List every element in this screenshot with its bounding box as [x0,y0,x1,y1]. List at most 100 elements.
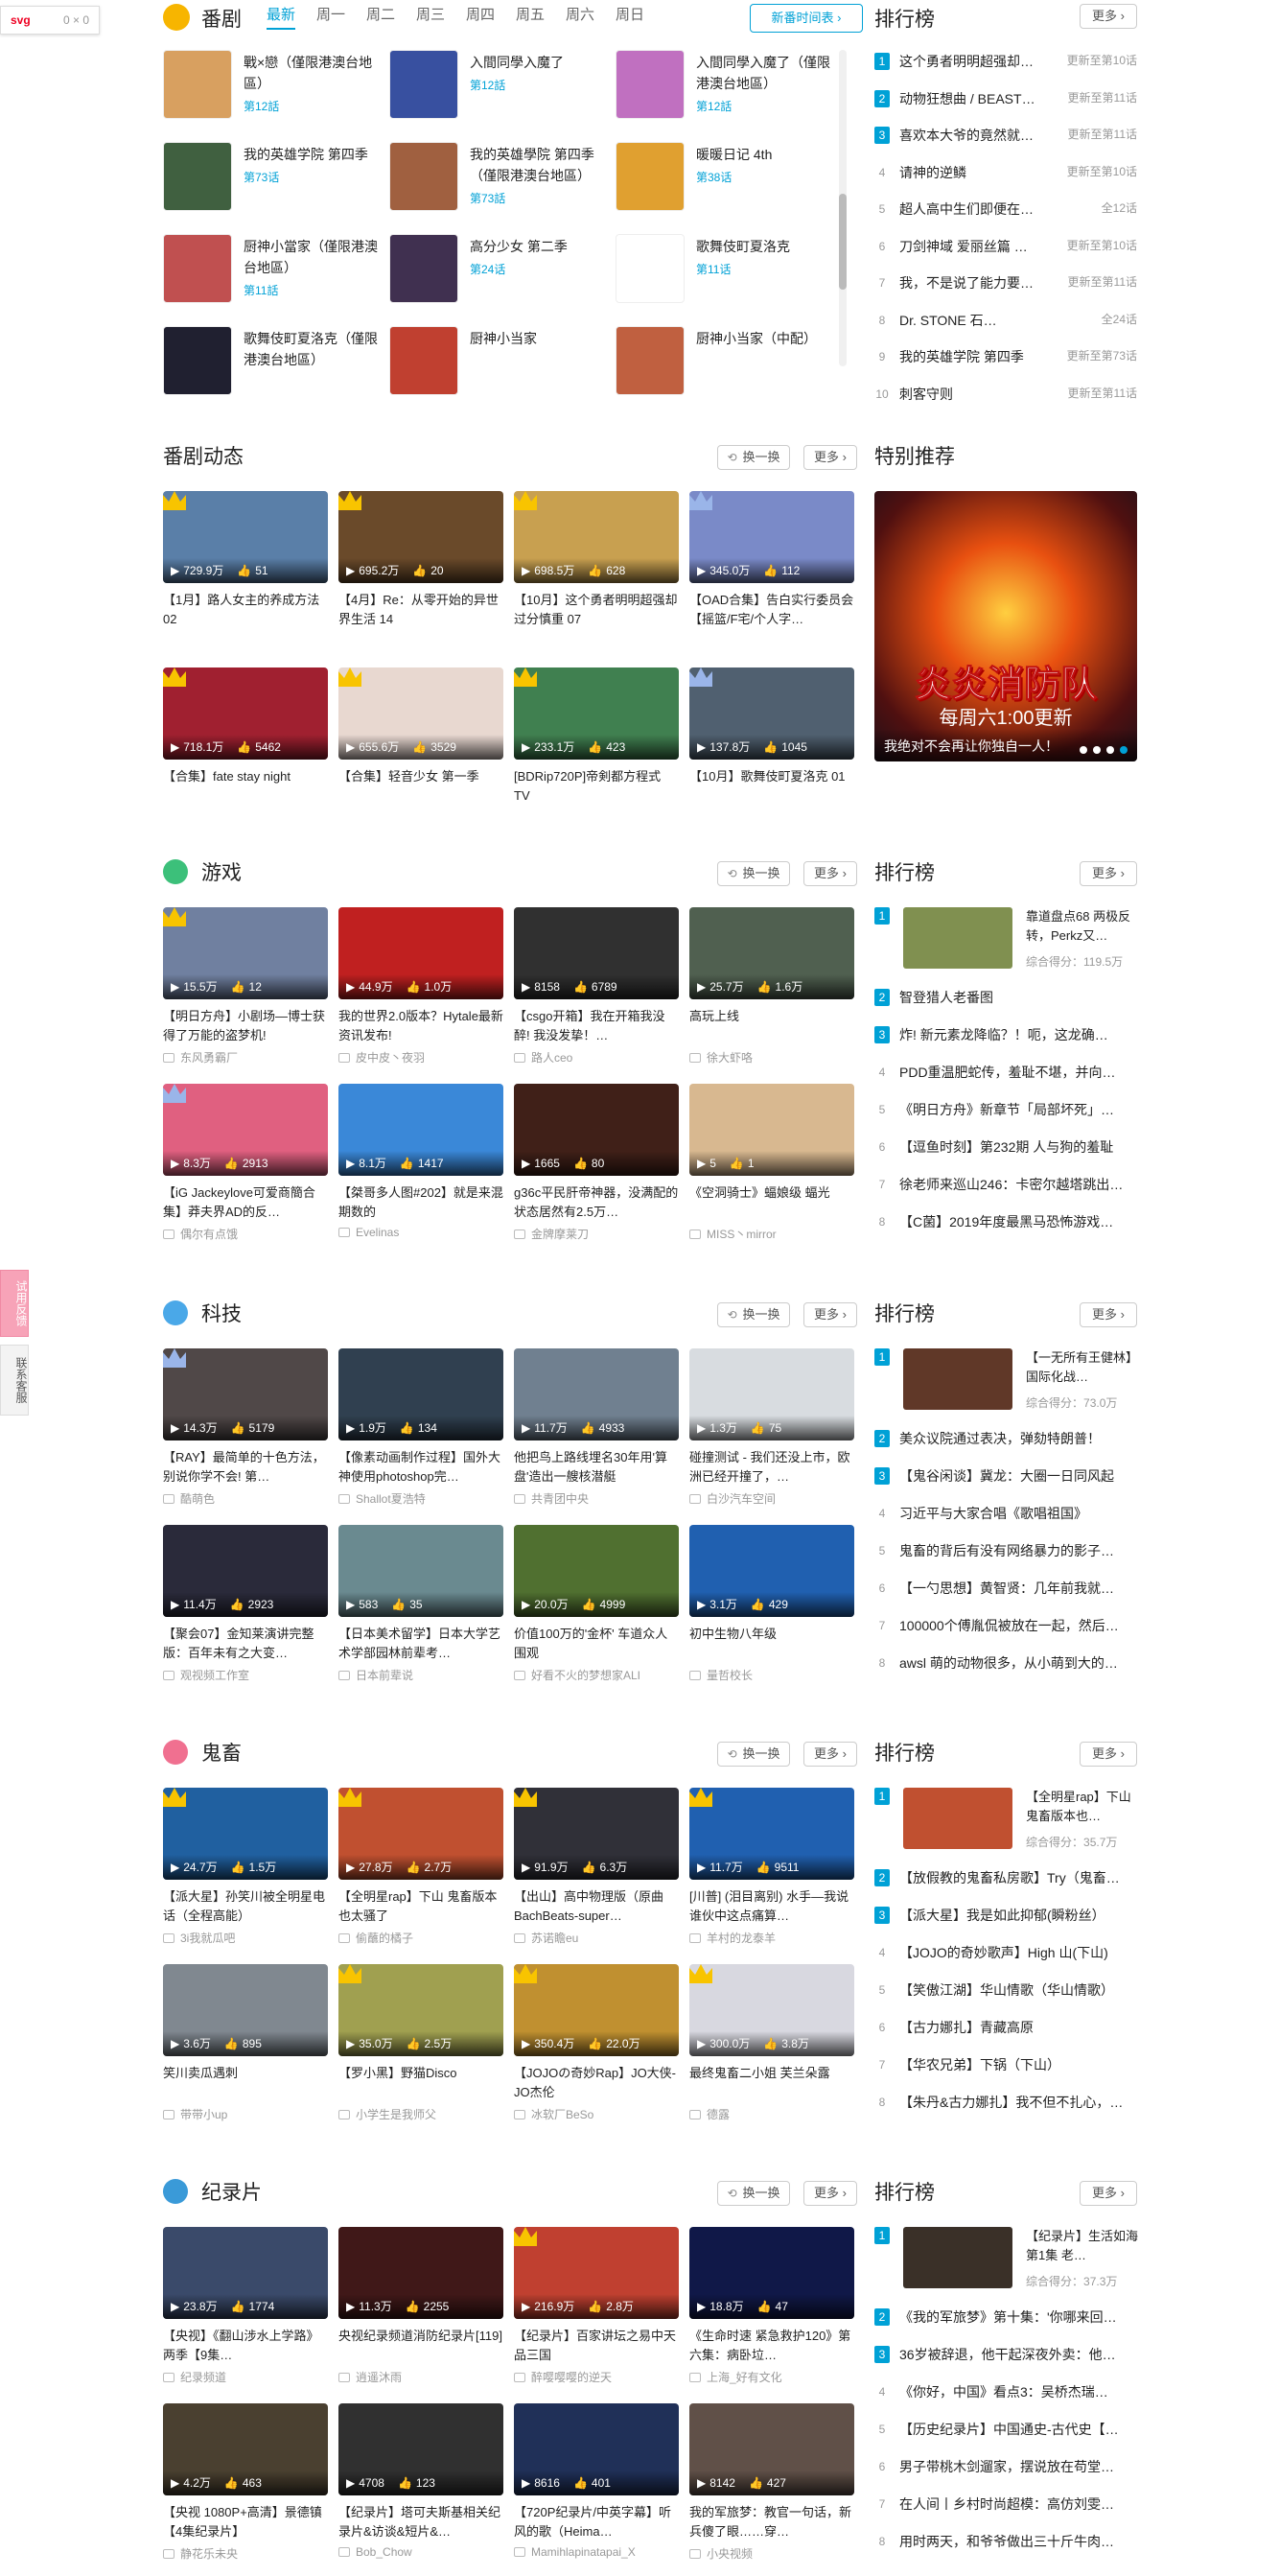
rank-title[interactable]: 【古力娜扎】青藏高原 [899,2009,1129,2045]
rank-title[interactable]: 【鬼谷闲谈】冀龙：大圈一日同风起 [899,1458,1129,1493]
video-card[interactable]: ▶ 24.7万 👍 1.5万 【派大星】孙笑川被全明星电话（全程高能） 3i我就瓜吧 [163,1788,328,1946]
video-thumbnail[interactable]: ▶ 20.0万 👍 4999 [514,1525,679,1617]
video-thumbnail[interactable]: ▶ 15.5万 👍 12 [163,907,328,999]
uploader[interactable]: 偷蘸的橘子 [338,1930,503,1946]
video-title[interactable]: [BDRip720P]帝剣都方程式 TV [514,767,679,806]
more-button[interactable]: 更多 › [803,445,857,470]
rank-item[interactable]: 6 刀剑神域 爱丽丝篇 … 更新至第10话 [874,227,1137,264]
tab-wed[interactable]: 周三 [416,4,445,24]
rank-title[interactable]: 【朱丹&古力娜扎】我不但不扎心，… [899,2084,1129,2119]
uploader[interactable]: Shallot夏浩特 [338,1490,503,1507]
uploader[interactable]: 酷萌色 [163,1490,328,1507]
rank-feature-title[interactable]: 【全明星rap】下山 鬼畜版本也… [1026,1788,1143,1826]
uploader-name[interactable]: 上海_好有文化 [707,2371,782,2384]
more-button[interactable]: 更多 › [803,1302,857,1327]
rank-title[interactable]: 刺客守则 [899,376,1053,411]
refresh-button[interactable]: ⟲ 换一换 [717,861,790,886]
scrollbar[interactable] [839,50,847,366]
rank-item[interactable]: 8 awsl 萌的动物很多，从小萌到大的… [874,1644,1137,1680]
uploader[interactable]: 羊村的龙泰羊 [689,1930,854,1946]
carousel-dot[interactable] [1106,746,1114,754]
bangumi-cover[interactable] [163,50,232,119]
rank-item[interactable]: 5 【笑傲江湖】华山情歌（华山情歌） [874,1971,1137,2007]
video-card[interactable]: ▶ 8.3万 👍 2913 【iG Jackeylove可爱商簡合集】莽夫界AD的反… 偶… [163,1084,328,1242]
video-card[interactable]: ▶ 216.9万 👍 2.8万 【纪录片】百家讲坛之易中天品三国 醉嘤嘤嘤的逆天 [514,2227,679,2385]
rank-title[interactable]: 在人间丨乡村时尚超模：高仿刘雯… [899,2486,1129,2521]
video-card[interactable]: ▶ 1.9万 👍 134 【像素动画制作过程】国外大神使用photoshop完… Shal… [338,1348,503,1507]
video-title[interactable]: 他把鸟上路线埋名30年用'算盘'造出一艘核潜艇 [514,1448,679,1487]
video-title[interactable]: 碰撞测试 - 我们还没上市，欧洲已经开撞了，… [689,1448,854,1487]
video-thumbnail[interactable]: ▶ 718.1万 👍 5462 [163,667,328,760]
rank-title[interactable]: 【历史纪录片】中国通史-古代史【… [899,2411,1129,2447]
uploader-name[interactable]: 路人ceo [531,1051,572,1065]
rank-item[interactable]: 4 请神的逆鳞 更新至第10话 [874,153,1137,190]
video-title[interactable]: 【出山】高中物理版（原曲BachBeats-super… [514,1887,679,1926]
video-card[interactable]: ▶ 233.1万 👍 423 [BDRip720P]帝剣都方程式 TV [514,667,679,806]
feedback-tab[interactable]: 试用反馈 [0,1270,29,1337]
video-card[interactable]: ▶ 4.2万 👍 463 【央视 1080P+高清】景德镇【4集纪录片】 静花乐未央 [163,2403,328,2562]
rank-item[interactable]: 7 【华农兄弟】下锅（下山） [874,2046,1137,2082]
uploader[interactable]: 带带小up [163,2106,328,2122]
uploader[interactable]: MISS丶mirror [689,1226,854,1242]
rank-feature-title[interactable]: 靠道盘点68 两极反转，Perkz又… [1026,907,1143,946]
bangumi-cover[interactable] [163,142,232,211]
rank-title[interactable]: 这个勇者明明超强却… [899,43,1053,79]
uploader[interactable]: 小学生是我师父 [338,2106,503,2122]
bangumi-title[interactable]: 入間同學入魔了 [470,52,610,73]
uploader-name[interactable]: 徐大虾咯 [707,1051,753,1065]
bangumi-item[interactable]: 厨神小當家（僅限港澳台地區） 第11話 [163,234,384,311]
bangumi-title[interactable]: 我的英雄學院 第四季（僅限港澳台地區） [470,144,610,186]
scrollbar-thumb[interactable] [839,194,847,290]
more-button[interactable]: 更多 › [803,2181,857,2206]
rank-title[interactable]: 【逗鱼时刻】第232期 人与狗的羞耻 [899,1129,1129,1164]
video-thumbnail[interactable]: ▶ 8142 👍 427 [689,2403,854,2495]
video-thumbnail[interactable]: ▶ 1.3万 👍 75 [689,1348,854,1440]
rank-title[interactable]: 【C菌】2019年度最黑马恐怖游戏… [899,1204,1129,1239]
video-card[interactable]: ▶ 1665 👍 80 g36c平民肝帝神器，没满配的状态居然有2.5万… 金牌摩莱刀 [514,1084,679,1242]
video-card[interactable]: ▶ 5 👍 1 《空洞骑士》蝠娘级 蝠光 MISS丶mirror [689,1084,854,1242]
video-thumbnail[interactable]: ▶ 1665 👍 80 [514,1084,679,1176]
uploader[interactable]: 皮中皮丶夜羽 [338,1049,503,1066]
rank-title[interactable]: 【派大星】我是如此抑郁(瞬粉丝） [899,1897,1129,1932]
uploader-name[interactable]: 带带小up [180,2108,227,2121]
video-thumbnail[interactable]: ▶ 233.1万 👍 423 [514,667,679,760]
more-button[interactable]: 更多 › [803,1742,857,1767]
uploader[interactable]: 逍遥沐雨 [338,2369,503,2385]
video-thumbnail[interactable]: ▶ 300.0万 👍 3.8万 [689,1964,854,2056]
rank-title[interactable]: Dr. STONE 石… [899,302,1053,338]
refresh-button[interactable]: ⟲ 换一换 [717,445,790,470]
video-card[interactable]: ▶ 3.1万 👍 429 初中生物八年级 量哲校长 [689,1525,854,1683]
bangumi-item[interactable]: 歌舞伎町夏洛克 第11话 [616,234,836,311]
video-thumbnail[interactable]: ▶ 27.8万 👍 2.7万 [338,1788,503,1880]
uploader-name[interactable]: 共青团中央 [531,1492,589,1506]
bangumi-item[interactable]: 入間同學入魔了（僅限港澳台地區） 第12話 [616,50,836,127]
video-title[interactable]: 初中生物八年级 [689,1625,854,1663]
uploader[interactable]: 观视频工作室 [163,1667,328,1683]
video-card[interactable]: ▶ 729.9万 👍 51 【1月】路人女主的养成方法 02 [163,491,328,629]
video-thumbnail[interactable]: ▶ 350.4万 👍 22.0万 [514,1964,679,2056]
bangumi-cover[interactable] [616,234,685,303]
customer-service-tab[interactable]: 联系客服 [0,1345,29,1416]
video-thumbnail[interactable]: ▶ 8616 👍 401 [514,2403,679,2495]
tab-thu[interactable]: 周四 [466,4,495,24]
video-title[interactable]: 【10月】这个勇者明明超强却过分慎重 07 [514,591,679,629]
video-thumbnail[interactable]: ▶ 24.7万 👍 1.5万 [163,1788,328,1880]
bangumi-item[interactable]: 厨神小当家（中配） [616,326,836,403]
video-thumbnail[interactable]: ▶ 137.8万 👍 1045 [689,667,854,760]
uploader[interactable]: 白沙汽车空间 [689,1490,854,1507]
uploader[interactable]: 徐大虾咯 [689,1049,854,1066]
uploader[interactable]: 东风勇霸厂 [163,1049,328,1066]
uploader-name[interactable]: 白沙汽车空间 [707,1492,776,1506]
uploader[interactable]: Bob_Chow [338,2545,503,2559]
rank-title[interactable]: awsl 萌的动物很多，从小萌到大的… [899,1645,1129,1680]
rank-title[interactable]: 《你好，中国》看点3：吴桥杰瑞… [899,2374,1129,2409]
bangumi-cover[interactable] [616,142,685,211]
video-card[interactable]: ▶ 137.8万 👍 1045 【10月】歌舞伎町夏洛克 01 [689,667,854,806]
video-title[interactable]: 【JOJOの奇妙Rap】JO大侠-JO杰伦 [514,2064,679,2102]
bangumi-title[interactable]: 厨神小当家（中配） [696,328,836,349]
video-thumbnail[interactable]: ▶ 25.7万 👍 1.6万 [689,907,854,999]
rank-item[interactable]: 7 我，不是说了能力要… 更新至第11话 [874,264,1137,300]
rank-feature-title[interactable]: 【纪录片】生活如海 第1集 老… [1026,2227,1143,2265]
video-title[interactable]: 【纪录片】百家讲坛之易中天品三国 [514,2327,679,2365]
video-title[interactable]: 高玩上线 [689,1007,854,1045]
